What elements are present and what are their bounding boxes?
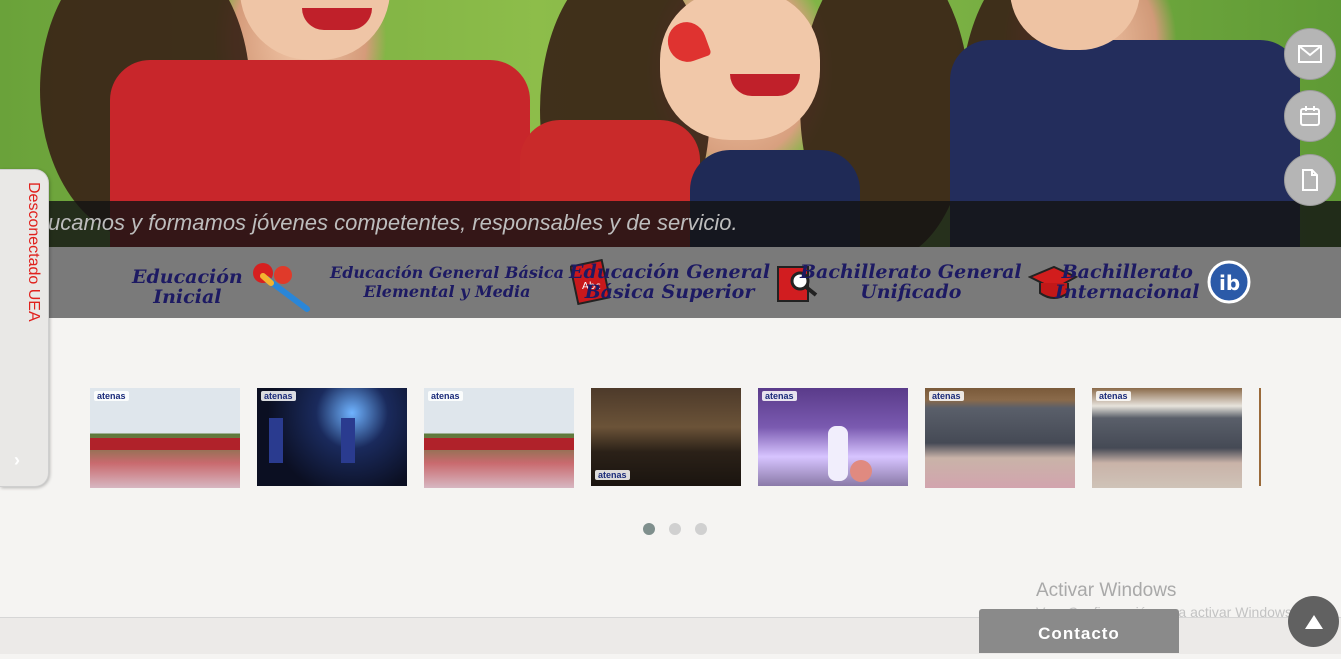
- gallery-thumb-2[interactable]: atenas: [257, 388, 407, 486]
- mail-button[interactable]: [1284, 28, 1336, 80]
- calendar-icon: [1300, 106, 1320, 126]
- level-bachillerato-unificado[interactable]: Bachillerato General Unificado: [800, 259, 1078, 305]
- thumb-logo: atenas: [428, 391, 463, 401]
- thumb-logo: atenas: [929, 391, 964, 401]
- level-basica-superior-line2: Básica Superior: [584, 281, 755, 303]
- hero-slogan: ucamos y formamos jóvenes competentes, r…: [48, 210, 738, 235]
- level-basica-elemental-label: Educación General Básica Elemental y Med…: [330, 263, 564, 301]
- contact-button[interactable]: Contacto: [979, 609, 1179, 653]
- carousel-dot-2[interactable]: [669, 523, 681, 535]
- thumb-logo: atenas: [1096, 391, 1131, 401]
- thumb-logo: atenas: [261, 391, 296, 401]
- windows-activation-title: Activar Windows: [1036, 580, 1177, 601]
- smile-center: [730, 74, 800, 96]
- level-bachillerato-unificado-label: Bachillerato General Unificado: [800, 262, 1022, 302]
- document-icon: [1302, 169, 1318, 191]
- level-bachillerato-internacional[interactable]: Bachillerato Internacional ib: [1055, 259, 1252, 305]
- gallery-thumb-7[interactable]: atenas: [1092, 388, 1242, 488]
- level-basica-superior-line1: Educación General: [569, 261, 771, 283]
- level-bachillerato-internacional-line2: Internacional: [1055, 281, 1200, 303]
- side-panel-tab[interactable]: Desconectado UEA ›: [0, 169, 49, 487]
- gallery-thumb-3[interactable]: atenas: [424, 388, 574, 488]
- gallery-thumb-6[interactable]: atenas: [925, 388, 1075, 488]
- level-inicial[interactable]: Educación Inicial: [132, 259, 313, 315]
- level-bachillerato-internacional-line1: Bachillerato: [1061, 261, 1193, 283]
- side-panel-label: Desconectado UEA: [25, 182, 42, 322]
- level-inicial-line2: Inicial: [153, 286, 222, 308]
- thumb-logo: atenas: [762, 391, 797, 401]
- gallery-thumb-4[interactable]: atenas: [591, 388, 741, 486]
- back-to-top-button[interactable]: [1288, 596, 1339, 647]
- level-inicial-label: Educación Inicial: [132, 267, 243, 307]
- arrow-up-icon: [1304, 614, 1323, 629]
- ib-logo-icon: ib: [1207, 260, 1251, 304]
- smile-left: [302, 8, 372, 30]
- level-bachillerato-unificado-line2: Unificado: [860, 281, 962, 303]
- chevron-right-icon[interactable]: ›: [14, 450, 20, 471]
- level-basica-elemental-media[interactable]: Educación General Básica Elemental y Med…: [330, 259, 611, 305]
- carousel-pagination: [643, 523, 707, 535]
- carousel-dot-1[interactable]: [643, 523, 655, 535]
- level-basica-elemental-line2: Elemental y Media: [363, 282, 531, 301]
- education-levels-bar: Educación Inicial Educación General Bási…: [0, 247, 1341, 318]
- document-button[interactable]: [1284, 154, 1336, 206]
- level-basica-superior-label: Educación General Básica Superior: [569, 262, 770, 302]
- carousel-dot-3[interactable]: [695, 523, 707, 535]
- thumb-logo: atenas: [94, 391, 129, 401]
- level-basica-elemental-line1: Educación General Básica: [330, 263, 565, 282]
- level-bachillerato-unificado-line1: Bachillerato General: [800, 261, 1022, 283]
- hands-brush-icon: [252, 263, 310, 312]
- ib-logo-text: ib: [1219, 271, 1240, 295]
- calendar-button[interactable]: [1284, 90, 1336, 142]
- level-bachillerato-internacional-label: Bachillerato Internacional: [1055, 262, 1200, 302]
- gallery-thumb-1[interactable]: atenas: [90, 388, 240, 488]
- level-basica-superior[interactable]: Educación General Básica Superior: [569, 259, 820, 305]
- envelope-icon: [1298, 45, 1322, 63]
- level-inicial-line1: Educación: [132, 266, 243, 288]
- gallery-thumb-partial[interactable]: [1259, 388, 1261, 486]
- thumb-logo: atenas: [595, 470, 630, 480]
- gallery-thumb-5[interactable]: atenas: [758, 388, 908, 486]
